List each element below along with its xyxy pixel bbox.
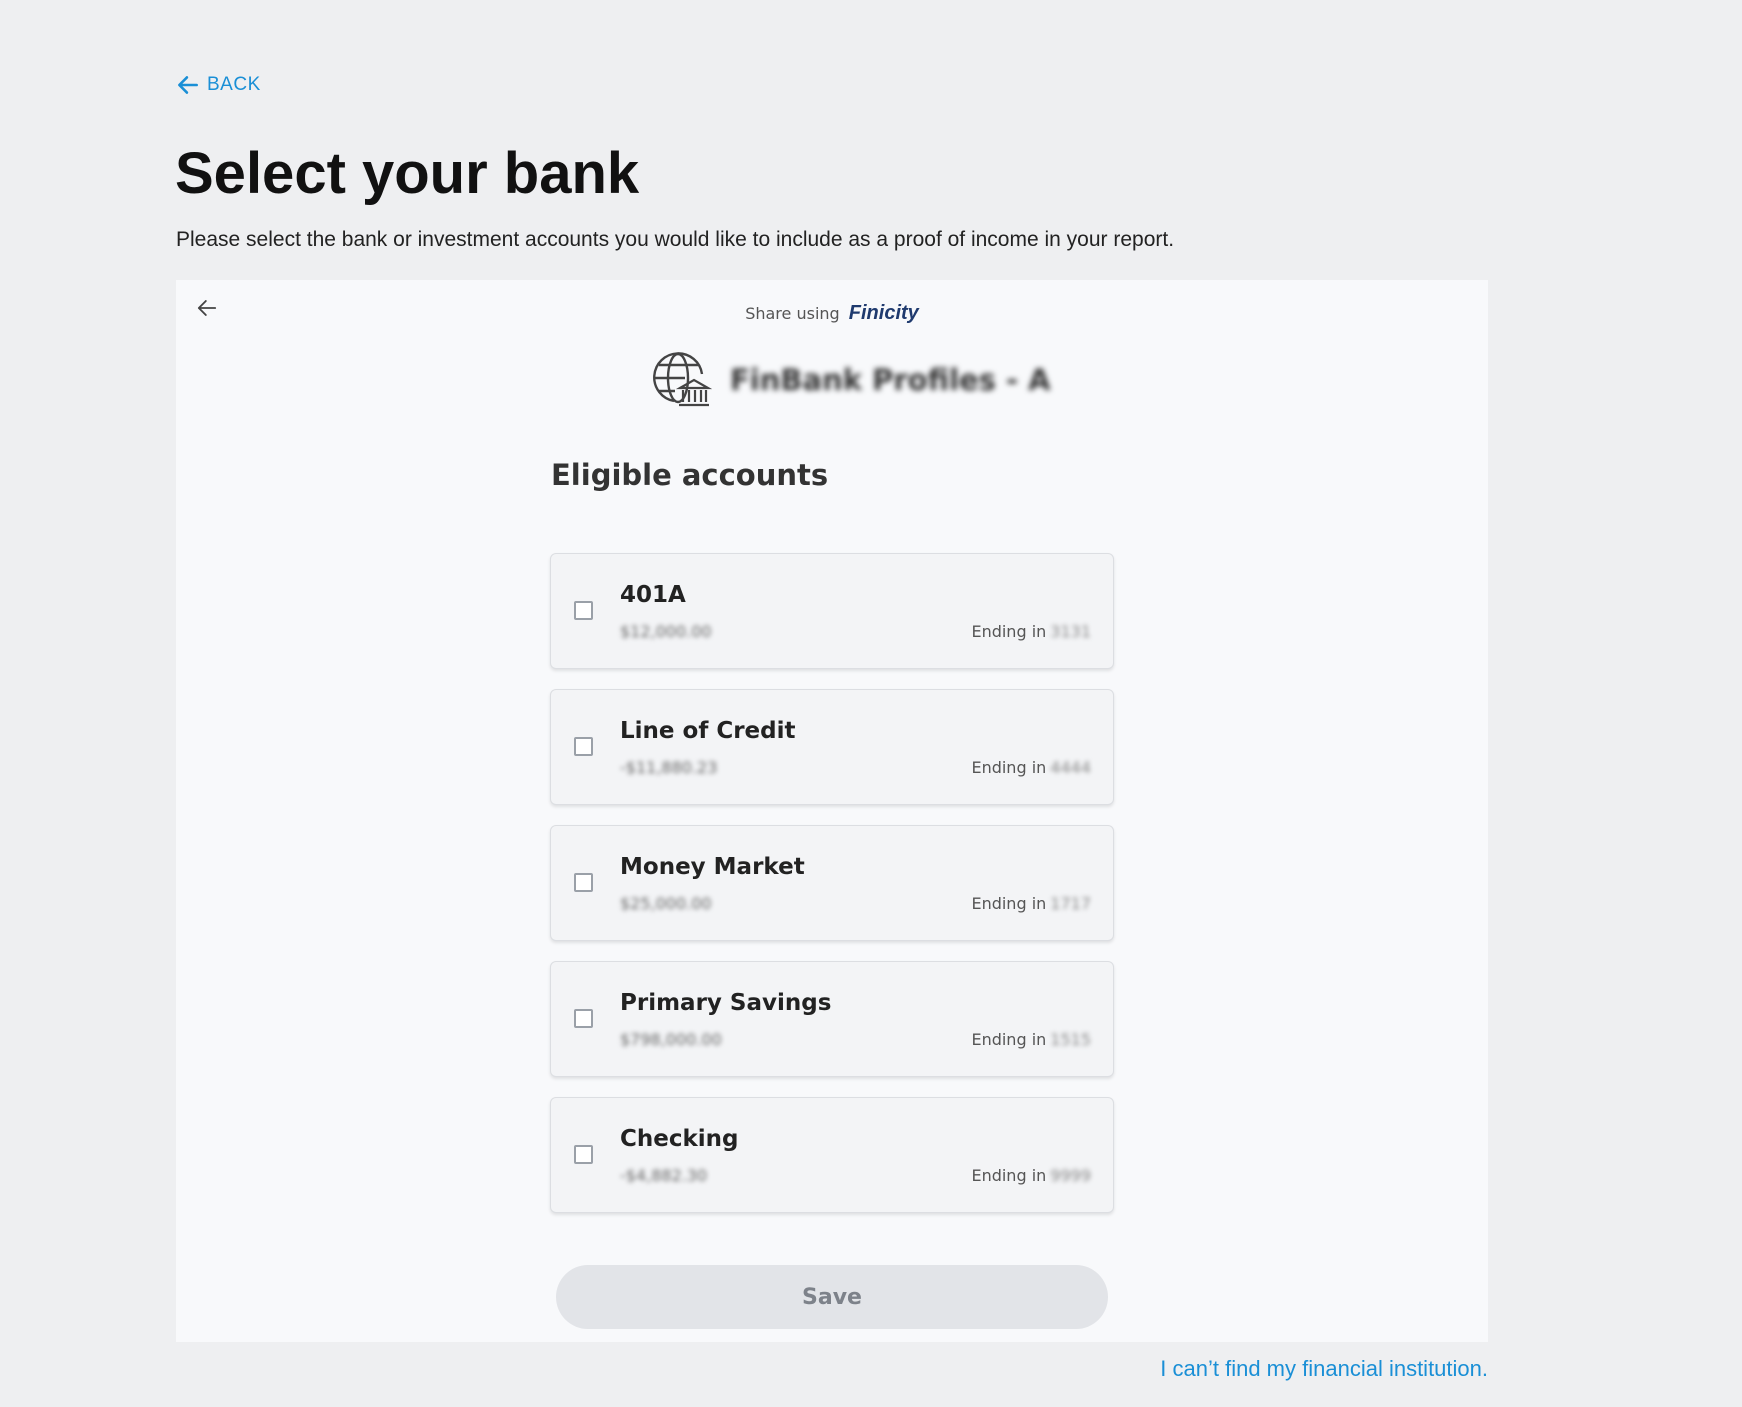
page-subtitle: Please select the bank or investment acc…	[176, 228, 1175, 251]
accounts-list: 401A $12,000.00 Ending in 3131 Line of Cr…	[550, 553, 1114, 1233]
account-name: Money Market	[620, 854, 805, 880]
back-link[interactable]: BACK	[175, 72, 261, 98]
page-title: Select your bank	[175, 141, 640, 206]
cant-find-institution-link[interactable]: I can’t find my financial institution.	[1160, 1356, 1488, 1382]
account-checkbox[interactable]	[574, 1009, 593, 1028]
share-using-label: Share using	[745, 304, 840, 323]
ending-label: Ending in	[971, 1030, 1047, 1049]
account-balance: $12,000.00	[620, 622, 712, 641]
account-row[interactable]: Money Market $25,000.00 Ending in 1717	[550, 825, 1114, 941]
account-row[interactable]: 401A $12,000.00 Ending in 3131	[550, 553, 1114, 669]
account-balance: $798,000.00	[620, 1030, 722, 1049]
institution-name: FinBank Profiles - A	[730, 363, 1051, 397]
arrow-left-icon	[178, 76, 198, 94]
account-name: Checking	[620, 1126, 739, 1152]
institution-header: FinBank Profiles - A	[652, 352, 1051, 408]
ending-digits: 9999	[1050, 1166, 1091, 1185]
account-name: Primary Savings	[620, 990, 832, 1016]
ending-label: Ending in	[971, 894, 1047, 913]
ending-digits: 4444	[1050, 758, 1091, 777]
account-row[interactable]: Line of Credit -$11,880.23 Ending in 4444	[550, 689, 1114, 805]
ending-digits: 3131	[1050, 622, 1091, 641]
ending-digits: 1515	[1050, 1030, 1091, 1049]
account-checkbox[interactable]	[574, 1145, 593, 1164]
ending-label: Ending in	[971, 1166, 1047, 1185]
ending-label: Ending in	[971, 622, 1047, 641]
account-ending: Ending in 1717	[971, 894, 1091, 913]
finicity-widget: Share using Finicity FinBank Profiles - …	[176, 280, 1488, 1342]
share-using-line: Share using Finicity	[176, 302, 1488, 325]
account-checkbox[interactable]	[574, 873, 593, 892]
account-name: 401A	[620, 582, 686, 608]
account-balance: -$4,882.30	[620, 1166, 708, 1185]
account-checkbox[interactable]	[574, 737, 593, 756]
account-balance: $25,000.00	[620, 894, 712, 913]
account-ending: Ending in 9999	[971, 1166, 1091, 1185]
finicity-logo: Finicity	[848, 302, 919, 324]
account-checkbox[interactable]	[574, 601, 593, 620]
ending-label: Ending in	[971, 758, 1047, 777]
save-button[interactable]: Save	[556, 1265, 1108, 1329]
account-row[interactable]: Checking -$4,882.30 Ending in 9999	[550, 1097, 1114, 1213]
eligible-accounts-title: Eligible accounts	[551, 458, 829, 492]
account-ending: Ending in 1515	[971, 1030, 1091, 1049]
account-balance: -$11,880.23	[620, 758, 718, 777]
bank-globe-icon	[653, 352, 712, 407]
account-name: Line of Credit	[620, 718, 796, 744]
account-ending: Ending in 3131	[971, 622, 1091, 641]
account-row[interactable]: Primary Savings $798,000.00 Ending in 151…	[550, 961, 1114, 1077]
account-ending: Ending in 4444	[971, 758, 1091, 777]
back-label: BACK	[207, 74, 261, 95]
ending-digits: 1717	[1050, 894, 1091, 913]
